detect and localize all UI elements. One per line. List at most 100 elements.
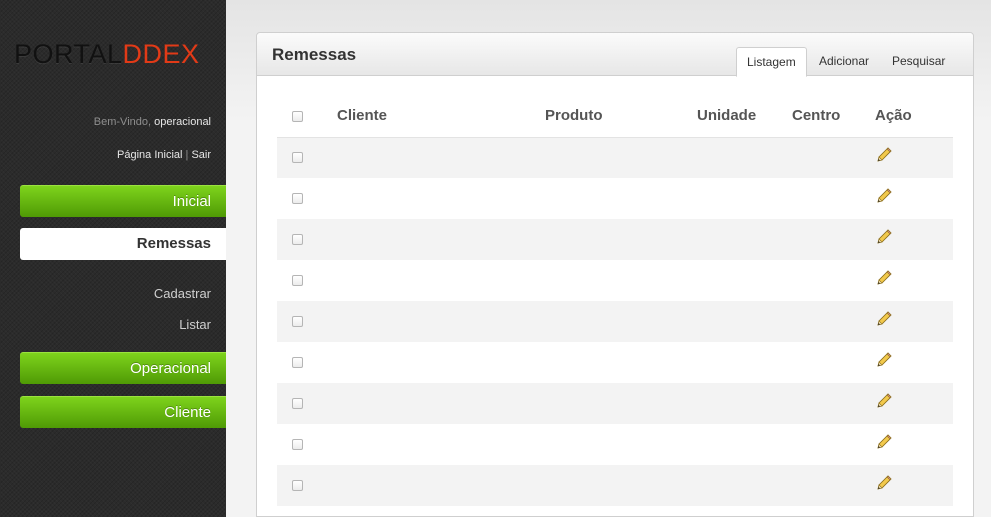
cell-cliente xyxy=(317,260,545,301)
pencil-edit-icon[interactable] xyxy=(875,187,893,210)
cell-cliente xyxy=(317,219,545,260)
cell-produto xyxy=(545,260,697,301)
cell-unidade xyxy=(697,424,792,465)
pencil-edit-icon[interactable] xyxy=(875,146,893,169)
cell-cliente xyxy=(317,137,545,178)
cell-centro xyxy=(792,424,875,465)
cell-produto xyxy=(545,424,697,465)
subnav-item-listar[interactable]: Listar xyxy=(179,317,211,332)
row-checkbox[interactable] xyxy=(291,315,303,327)
table-row xyxy=(277,342,953,383)
table-row xyxy=(277,465,953,506)
cell-unidade xyxy=(697,137,792,178)
sidebar: PORTALDDEX Bem-Vindo, operacional Página… xyxy=(0,0,226,517)
row-checkbox[interactable] xyxy=(291,479,303,491)
row-checkbox[interactable] xyxy=(291,438,303,450)
table-body xyxy=(277,137,953,506)
tab-adicionar[interactable]: Adicionar xyxy=(809,47,879,77)
pencil-edit-icon[interactable] xyxy=(875,310,893,333)
header-produto[interactable]: Produto xyxy=(545,95,697,138)
cell-centro xyxy=(792,342,875,383)
table-row xyxy=(277,301,953,342)
pencil-edit-icon[interactable] xyxy=(875,433,893,456)
pencil-edit-icon[interactable] xyxy=(875,474,893,497)
cell-centro xyxy=(792,260,875,301)
cell-acao xyxy=(875,383,953,424)
row-checkbox[interactable] xyxy=(291,233,303,245)
select-all-checkbox[interactable] xyxy=(291,110,303,122)
cell-acao xyxy=(875,178,953,219)
link-separator: | xyxy=(185,149,189,161)
row-select-cell xyxy=(277,260,317,301)
cell-acao xyxy=(875,260,953,301)
user-name: operacional xyxy=(154,116,211,128)
pencil-edit-icon[interactable] xyxy=(875,228,893,251)
cell-unidade xyxy=(697,260,792,301)
cell-acao xyxy=(875,137,953,178)
cell-produto xyxy=(545,465,697,506)
cell-centro xyxy=(792,465,875,506)
row-select-cell xyxy=(277,465,317,506)
row-select-cell xyxy=(277,137,317,178)
tab-pesquisar[interactable]: Pesquisar xyxy=(882,47,955,77)
nav-item-inicial[interactable]: Inicial xyxy=(20,185,226,217)
nav-item-operacional[interactable]: Operacional xyxy=(20,352,226,384)
header-acao: Ação xyxy=(875,95,953,138)
welcome-prefix: Bem-Vindo, xyxy=(93,116,152,128)
logout-link[interactable]: Sair xyxy=(191,149,211,161)
cell-unidade xyxy=(697,465,792,506)
table-row xyxy=(277,178,953,219)
cell-acao xyxy=(875,219,953,260)
table-row xyxy=(277,137,953,178)
row-checkbox[interactable] xyxy=(291,152,303,164)
cell-centro xyxy=(792,137,875,178)
tab-listagem[interactable]: Listagem xyxy=(736,47,807,77)
panel-title: Remessas xyxy=(272,45,357,64)
cell-unidade xyxy=(697,301,792,342)
cell-cliente xyxy=(317,383,545,424)
cell-acao xyxy=(875,342,953,383)
pencil-edit-icon[interactable] xyxy=(875,351,893,374)
portal-logo[interactable]: PORTALDDEX xyxy=(14,38,200,70)
cell-produto xyxy=(545,383,697,424)
table-row xyxy=(277,424,953,465)
cell-unidade xyxy=(697,383,792,424)
row-select-cell xyxy=(277,342,317,383)
header-centro[interactable]: Centro xyxy=(792,95,875,138)
panel-header: Remessas Listagem Adicionar Pesquisar xyxy=(257,33,973,77)
user-links: Página Inicial | Sair xyxy=(117,149,211,161)
cell-centro xyxy=(792,301,875,342)
cell-produto xyxy=(545,137,697,178)
cell-unidade xyxy=(697,219,792,260)
cell-acao xyxy=(875,424,953,465)
subnav-item-cadastrar[interactable]: Cadastrar xyxy=(154,286,211,301)
cell-cliente xyxy=(317,342,545,383)
row-select-cell xyxy=(277,178,317,219)
nav-item-remessas[interactable]: Remessas xyxy=(20,228,226,260)
cell-centro xyxy=(792,178,875,219)
home-link[interactable]: Página Inicial xyxy=(117,149,182,161)
logo-text-portal: PORTAL xyxy=(14,39,123,69)
row-checkbox[interactable] xyxy=(291,397,303,409)
row-checkbox[interactable] xyxy=(291,274,303,286)
remessas-panel: Remessas Listagem Adicionar Pesquisar Cl… xyxy=(256,32,974,517)
select-all-cell xyxy=(277,95,317,138)
welcome-text: Bem-Vindo, operacional xyxy=(94,116,211,128)
cell-produto xyxy=(545,219,697,260)
row-select-cell xyxy=(277,301,317,342)
row-checkbox[interactable] xyxy=(291,356,303,368)
header-unidade[interactable]: Unidade xyxy=(697,95,792,138)
cell-cliente xyxy=(317,424,545,465)
table-row xyxy=(277,260,953,301)
row-select-cell xyxy=(277,219,317,260)
pencil-edit-icon[interactable] xyxy=(875,269,893,292)
header-cliente[interactable]: Cliente xyxy=(317,95,545,138)
nav-item-cliente[interactable]: Cliente xyxy=(20,396,226,428)
cell-cliente xyxy=(317,465,545,506)
cell-cliente xyxy=(317,178,545,219)
table-header-row: Cliente Produto Unidade Centro Ação xyxy=(277,95,953,138)
cell-produto xyxy=(545,301,697,342)
pencil-edit-icon[interactable] xyxy=(875,392,893,415)
row-select-cell xyxy=(277,424,317,465)
row-checkbox[interactable] xyxy=(291,192,303,204)
